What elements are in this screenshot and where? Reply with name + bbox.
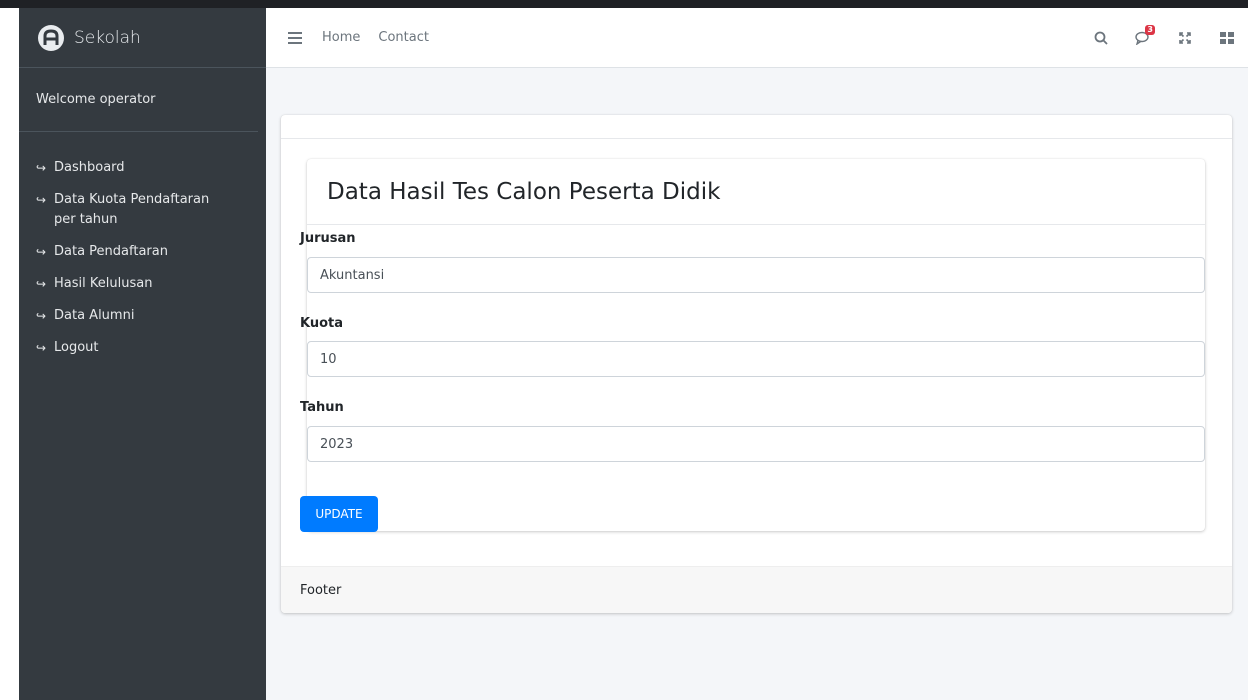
update-button[interactable]: UPDATE: [300, 496, 378, 532]
sidebar-item-label: Data Pendaftaran: [54, 244, 168, 259]
form-card: Data Hasil Tes Calon Peserta Didik Jurus…: [300, 159, 1205, 532]
content-wrapper: Data Hasil Tes Calon Peserta Didik Jurus…: [266, 68, 1248, 700]
tahun-label: Tahun: [300, 400, 344, 415]
jurusan-label: Jurusan: [300, 231, 356, 246]
sidebar-item-label: Hasil Kelulusan: [54, 276, 153, 291]
sign-out-icon: ↪: [36, 309, 47, 323]
sidebar-item-dashboard[interactable]: ↪ Dashboard: [19, 152, 266, 184]
sidebar-item-data-pendaftaran[interactable]: ↪ Data Pendaftaran: [19, 236, 266, 268]
nav-link-contact[interactable]: Contact: [378, 30, 429, 45]
search-icon[interactable]: [1080, 8, 1122, 68]
sidebar-item-label: Data Alumni: [54, 308, 135, 323]
nav-link-home[interactable]: Home: [322, 30, 360, 45]
top-border: [0, 0, 1248, 8]
sign-out-icon: ↪: [36, 277, 47, 291]
sidebar-item-data-alumni[interactable]: ↪ Data Alumni: [19, 300, 266, 332]
brand-name: Sekolah: [74, 27, 141, 48]
messages-icon[interactable]: 3: [1122, 8, 1164, 68]
sign-out-icon: ↪: [36, 193, 47, 207]
menu-toggle-icon[interactable]: [288, 31, 302, 44]
top-navbar: Home Contact 3: [266, 8, 1248, 68]
sign-out-icon: ↪: [36, 341, 47, 355]
sidebar: Sekolah Welcome operator ↪ Dashboard ↪ D…: [19, 8, 266, 700]
sidebar-item-label: Data Kuota Pendaftaran per tahun: [54, 192, 210, 227]
fullscreen-icon[interactable]: [1164, 8, 1206, 68]
sidebar-item-logout[interactable]: ↪ Logout: [19, 332, 266, 364]
kuota-field[interactable]: 10: [307, 341, 1205, 377]
jurusan-field[interactable]: Akuntansi: [307, 257, 1205, 293]
left-margin: [0, 8, 19, 700]
sidebar-item-label: Dashboard: [54, 160, 125, 175]
notification-badge: 3: [1145, 25, 1155, 35]
navbar-right: 3: [1080, 8, 1248, 68]
tahun-field[interactable]: 2023: [307, 426, 1205, 462]
grid-apps-icon[interactable]: [1206, 8, 1248, 68]
sidebar-item-data-kuota[interactable]: ↪ Data Kuota Pendaftaran per tahun: [19, 184, 266, 236]
sign-out-icon: ↪: [36, 245, 47, 259]
adminlte-logo-icon: [38, 24, 64, 51]
card-footer: Footer: [281, 566, 1232, 613]
sidebar-item-label: Logout: [54, 340, 99, 355]
page-title: Data Hasil Tes Calon Peserta Didik: [307, 159, 1205, 225]
card-header: [281, 115, 1232, 139]
brand-link[interactable]: Sekolah: [19, 8, 266, 68]
welcome-text: Welcome operator: [19, 68, 258, 132]
kuota-label: Kuota: [300, 316, 344, 331]
outer-card: Data Hasil Tes Calon Peserta Didik Jurus…: [281, 115, 1232, 613]
sidebar-nav: ↪ Dashboard ↪ Data Kuota Pendaftaran per…: [19, 132, 266, 364]
sign-out-icon: ↪: [36, 161, 47, 175]
sidebar-item-hasil-kelulusan[interactable]: ↪ Hasil Kelulusan: [19, 268, 266, 300]
